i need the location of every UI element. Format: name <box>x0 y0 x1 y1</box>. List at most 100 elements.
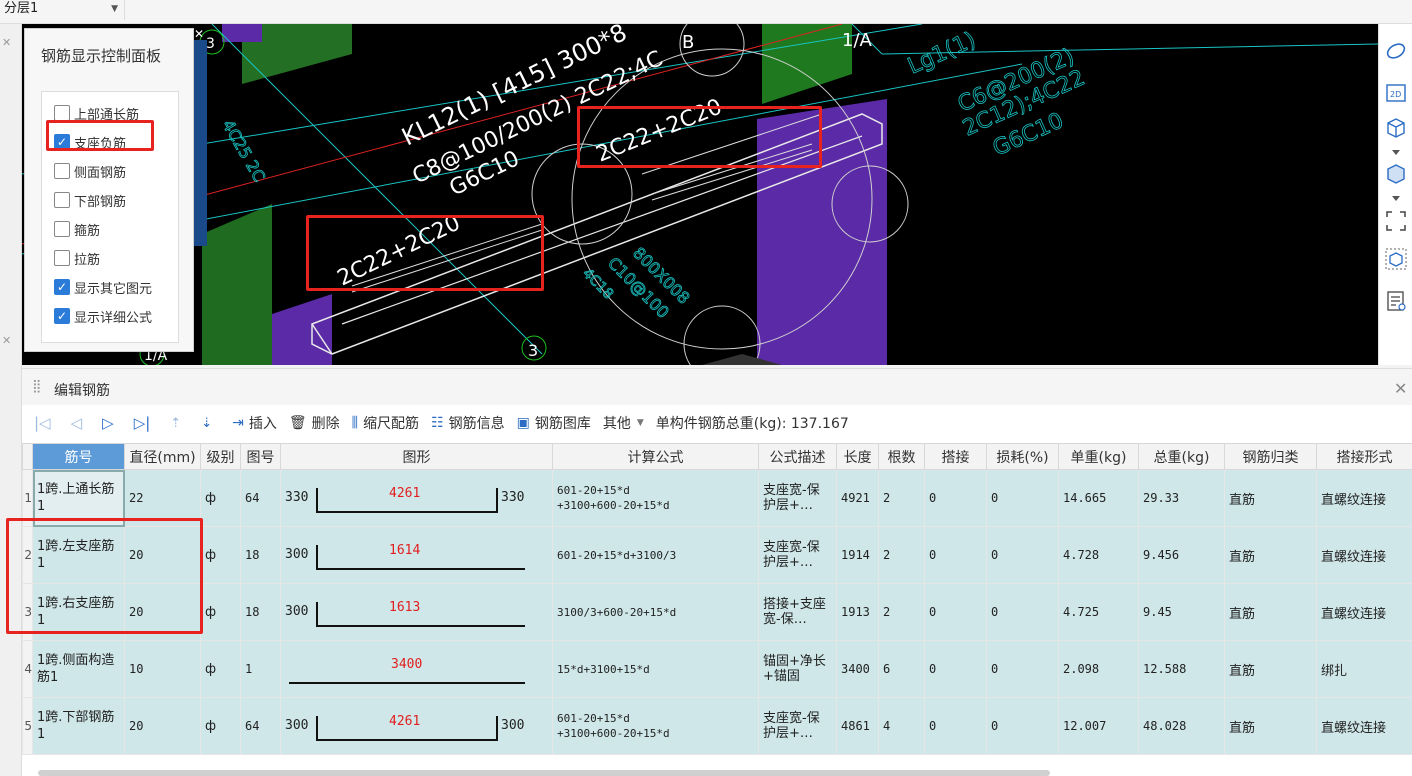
checkbox-show-formula[interactable]: ✓ 显示详细公式 <box>54 305 152 327</box>
table-row[interactable]: 4 1跨.侧面构造筋1 10 ф 1 3400 15*d+3100+15*d 锚固+净长+锚固… <box>22 640 1412 698</box>
table-row[interactable]: 2 1跨.左支座筋1 20 ф 18 300 1614 601-20+15*d+3100/3 支… <box>22 526 1412 584</box>
layer-select[interactable]: 分层1 ▼ <box>0 0 125 20</box>
cell-shape[interactable]: 300 4261 300 <box>280 697 553 755</box>
last-record-icon[interactable]: ▷| <box>134 414 151 432</box>
close-icon[interactable]: ✕ <box>2 36 11 49</box>
checkbox-checked[interactable]: ✓ <box>54 279 70 295</box>
checkbox-stirrup[interactable]: 箍筋 <box>54 218 100 240</box>
checkbox[interactable] <box>54 105 70 121</box>
checkbox[interactable] <box>54 221 70 237</box>
column-header[interactable]: 根数 <box>878 443 925 470</box>
cell-figure-no[interactable]: 64 <box>240 469 281 527</box>
column-header[interactable]: 图形 <box>280 443 553 470</box>
cell-total-weight[interactable]: 9.45 <box>1138 583 1225 641</box>
cell-length[interactable]: 1913 <box>836 583 879 641</box>
cell-shape[interactable]: 300 1613 <box>280 583 553 641</box>
table-row[interactable]: 3 1跨.右支座筋1 20 ф 18 300 1613 3100/3+600-20+15*d 搭… <box>22 583 1412 641</box>
cell-diameter[interactable]: 20 <box>124 697 201 755</box>
cell-lap[interactable]: 0 <box>924 640 987 698</box>
cell-count[interactable]: 2 <box>878 469 925 527</box>
cell-unit-weight[interactable]: 14.665 <box>1058 469 1139 527</box>
checkbox-side-rebar[interactable]: 侧面钢筋 <box>54 160 126 182</box>
checkbox-checked[interactable]: ✓ <box>54 308 70 324</box>
cell-loss[interactable]: 0 <box>986 697 1059 755</box>
cell-lap[interactable]: 0 <box>924 526 987 584</box>
table-row[interactable]: 1 1跨.上通长筋1 22 ф 64 330 4261 330 601-20+15*d +3100… <box>22 469 1412 527</box>
cell-shape[interactable]: 300 1614 <box>280 526 553 584</box>
cell-shape[interactable]: 330 4261 330 <box>280 469 553 527</box>
table-row[interactable]: 5 1跨.下部钢筋1 20 ф 64 300 4261 300 601-20+15*d +3100… <box>22 697 1412 755</box>
cell-length[interactable]: 3400 <box>836 640 879 698</box>
cell-unit-weight[interactable]: 12.007 <box>1058 697 1139 755</box>
cell-lap[interactable]: 0 <box>924 469 987 527</box>
cell-figure-no[interactable]: 1 <box>240 640 281 698</box>
cell-lap-type[interactable]: 直螺纹连接 <box>1316 469 1412 527</box>
view-2d-icon[interactable]: 2D <box>1385 82 1407 104</box>
cell-figure-no[interactable]: 18 <box>240 583 281 641</box>
cell-figure-no[interactable]: 64 <box>240 697 281 755</box>
solid-box-icon[interactable] <box>1385 162 1407 184</box>
other-menu-button[interactable]: 其他 ▼ <box>603 413 644 433</box>
chevron-down-icon[interactable] <box>1385 188 1407 210</box>
checkbox-bottom-rebar[interactable]: 下部钢筋 <box>54 189 126 211</box>
first-record-icon[interactable]: |◁ <box>34 414 51 432</box>
move-down-icon[interactable]: ⇣ <box>201 416 212 431</box>
horizontal-scrollbar[interactable] <box>38 770 1050 776</box>
close-icon[interactable]: ✕ <box>2 334 11 347</box>
cell-formula-desc[interactable]: 搭接+支座宽-保… <box>758 583 837 641</box>
cell-formula-desc[interactable]: 支座宽-保护层+… <box>758 697 837 755</box>
cell-formula[interactable]: 601-20+15*d +3100+600-20+15*d <box>552 697 759 755</box>
column-header[interactable]: 损耗(%) <box>986 443 1059 470</box>
cell-bar-name[interactable]: 1跨.下部钢筋1 <box>32 697 125 755</box>
rebar-info-button[interactable]: ☷ 钢筋信息 <box>431 413 505 433</box>
checkbox-tie[interactable]: 拉筋 <box>54 247 100 269</box>
cell-count[interactable]: 6 <box>878 640 925 698</box>
cell-lap-type[interactable]: 直螺纹连接 <box>1316 583 1412 641</box>
cell-formula[interactable]: 601-20+15*d +3100+600-20+15*d <box>552 469 759 527</box>
box-view-icon[interactable] <box>1385 116 1407 138</box>
cell-lap[interactable]: 0 <box>924 583 987 641</box>
cell-category[interactable]: 直筋 <box>1224 697 1317 755</box>
cell-formula-desc[interactable]: 支座宽-保护层+… <box>758 469 837 527</box>
cell-grade[interactable]: ф <box>200 583 241 641</box>
drawing-canvas[interactable]: KL12(1) [415] 300*8 C8@100/200(2) 2C22;4… <box>22 24 1378 365</box>
cell-lap[interactable]: 0 <box>924 697 987 755</box>
insert-button[interactable]: ⇥ 插入 <box>232 413 277 433</box>
cell-length[interactable]: 4861 <box>836 697 879 755</box>
scale-rebar-button[interactable]: ⫼ 缩尺配筋 <box>352 413 419 433</box>
column-header[interactable]: 筋号 <box>32 443 125 470</box>
column-header[interactable]: 搭接 <box>924 443 987 470</box>
cell-total-weight[interactable]: 48.028 <box>1138 697 1225 755</box>
column-header[interactable]: 计算公式 <box>552 443 759 470</box>
column-header[interactable]: 总重(kg) <box>1138 443 1225 470</box>
cell-category[interactable]: 直筋 <box>1224 526 1317 584</box>
chevron-down-icon[interactable] <box>1385 142 1407 164</box>
cell-loss[interactable]: 0 <box>986 469 1059 527</box>
cell-grade[interactable]: ф <box>200 469 241 527</box>
column-header[interactable]: 单重(kg) <box>1058 443 1139 470</box>
orbit-icon[interactable] <box>1385 40 1407 62</box>
checkbox[interactable] <box>54 163 70 179</box>
delete-button[interactable]: 🗑 删除 <box>289 413 340 433</box>
cell-lap-type[interactable]: 直螺纹连接 <box>1316 526 1412 584</box>
cell-total-weight[interactable]: 29.33 <box>1138 469 1225 527</box>
cell-unit-weight[interactable]: 2.098 <box>1058 640 1139 698</box>
cell-formula[interactable]: 3100/3+600-20+15*d <box>552 583 759 641</box>
properties-icon[interactable] <box>1385 290 1407 312</box>
next-record-icon[interactable]: ▷ <box>102 414 114 432</box>
cell-category[interactable]: 直筋 <box>1224 640 1317 698</box>
column-header[interactable]: 公式描述 <box>758 443 837 470</box>
close-icon[interactable]: ✕ <box>194 28 206 40</box>
cell-length[interactable]: 1914 <box>836 526 879 584</box>
cell-loss[interactable]: 0 <box>986 583 1059 641</box>
column-header[interactable]: 直径(mm) <box>124 443 201 470</box>
cell-loss[interactable]: 0 <box>986 526 1059 584</box>
cell-unit-weight[interactable]: 4.728 <box>1058 526 1139 584</box>
prev-record-icon[interactable]: ◁ <box>71 414 83 432</box>
move-up-icon[interactable]: ⇡ <box>170 416 181 431</box>
cell-category[interactable]: 直筋 <box>1224 583 1317 641</box>
cell-count[interactable]: 2 <box>878 526 925 584</box>
cell-length[interactable]: 4921 <box>836 469 879 527</box>
cell-grade[interactable]: ф <box>200 640 241 698</box>
close-icon[interactable]: ✕ <box>1394 379 1407 398</box>
